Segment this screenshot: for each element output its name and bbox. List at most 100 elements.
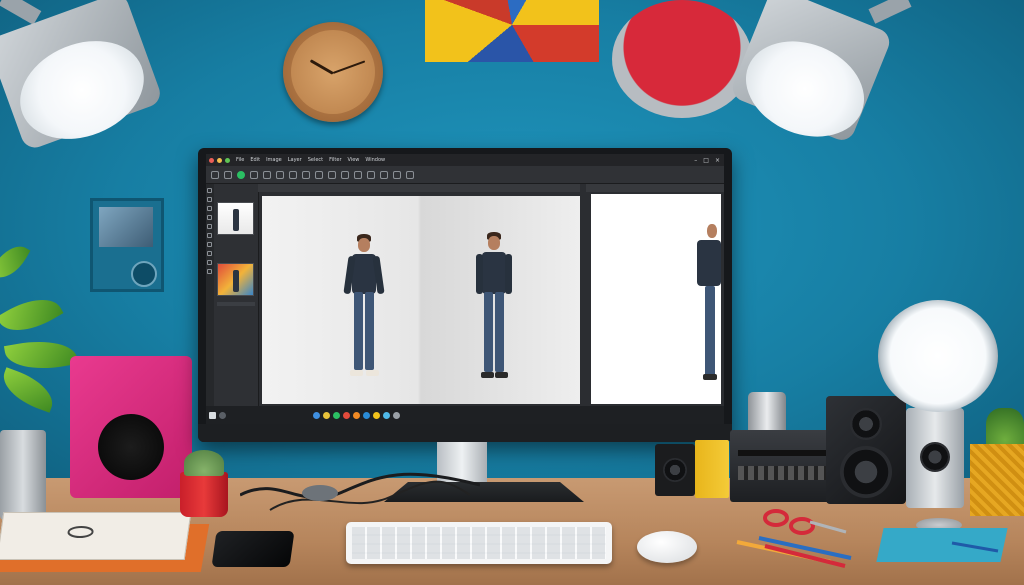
layer-row[interactable] bbox=[217, 302, 255, 306]
yellow-device bbox=[695, 440, 729, 498]
ring-light bbox=[878, 300, 998, 412]
person-leg bbox=[495, 292, 504, 372]
menu-filter[interactable]: Filter bbox=[329, 157, 341, 163]
tool-move-icon[interactable] bbox=[207, 188, 212, 193]
amplifier-slot bbox=[738, 450, 830, 456]
pencils bbox=[736, 536, 852, 568]
maximize-dot-icon[interactable] bbox=[225, 157, 230, 163]
move-tool-icon[interactable] bbox=[250, 170, 258, 179]
menu-window[interactable]: Window bbox=[365, 157, 385, 163]
shape-tool-icon[interactable] bbox=[341, 170, 349, 179]
notebook-logo-icon bbox=[67, 526, 94, 538]
person-leg bbox=[705, 286, 715, 376]
layer-thumbnail[interactable] bbox=[217, 263, 254, 296]
framed-photo bbox=[99, 207, 153, 247]
eraser-tool-icon[interactable] bbox=[315, 170, 323, 179]
stand-speaker bbox=[920, 442, 950, 472]
pink-speaker bbox=[70, 356, 192, 498]
minimize-dot-icon[interactable] bbox=[217, 157, 222, 163]
tool-select-icon[interactable] bbox=[207, 197, 212, 202]
preview-panel[interactable] bbox=[591, 194, 721, 404]
menu-view[interactable]: View bbox=[348, 157, 360, 163]
clock-hour-hand bbox=[309, 59, 334, 75]
person-figure-right bbox=[474, 232, 514, 387]
eyedropper-tool-icon[interactable] bbox=[380, 170, 388, 179]
menu-edit[interactable]: Edit bbox=[250, 157, 260, 163]
app-icon[interactable] bbox=[393, 411, 400, 419]
tool-crop-icon[interactable] bbox=[207, 224, 212, 229]
gradient-tool-icon[interactable] bbox=[406, 170, 414, 179]
wall-painting bbox=[425, 0, 599, 62]
folder-icon[interactable] bbox=[323, 411, 330, 419]
person-shoe bbox=[481, 372, 494, 378]
monitor-chin bbox=[198, 424, 732, 442]
person-head bbox=[707, 224, 717, 238]
person-leg bbox=[484, 292, 493, 372]
clock-face bbox=[291, 30, 375, 114]
person-head bbox=[488, 236, 500, 250]
preview-tab[interactable] bbox=[586, 184, 724, 192]
amplifier bbox=[730, 430, 838, 502]
layers-panel bbox=[214, 184, 259, 406]
tool-text-icon[interactable] bbox=[207, 260, 212, 265]
plant-pot bbox=[0, 430, 46, 520]
menu-select[interactable]: Select bbox=[308, 157, 323, 163]
wall-shelf bbox=[90, 198, 164, 292]
pen-tool-icon[interactable] bbox=[393, 170, 401, 179]
image-canvas[interactable] bbox=[262, 196, 580, 404]
search-icon[interactable] bbox=[219, 411, 226, 419]
window-minimize-icon[interactable]: – bbox=[694, 157, 697, 164]
brush-tool-icon[interactable] bbox=[302, 170, 310, 179]
keyboard[interactable] bbox=[346, 522, 612, 564]
tool-stamp-icon[interactable] bbox=[207, 242, 212, 247]
close-dot-icon[interactable] bbox=[209, 157, 214, 163]
mouse[interactable] bbox=[637, 531, 697, 563]
record-icon[interactable] bbox=[237, 170, 245, 179]
keyboard-keys[interactable] bbox=[352, 527, 606, 559]
store-icon[interactable] bbox=[333, 411, 340, 419]
back-icon[interactable] bbox=[211, 170, 219, 179]
pen bbox=[951, 541, 999, 553]
settings-icon[interactable] bbox=[363, 411, 370, 419]
red-plant-pot bbox=[180, 472, 228, 517]
window-close-icon[interactable]: × bbox=[715, 157, 720, 164]
menu-layer[interactable]: Layer bbox=[288, 157, 302, 163]
menu-file[interactable]: File bbox=[236, 157, 244, 163]
person-figure-left bbox=[343, 234, 385, 384]
app-icon[interactable] bbox=[373, 411, 380, 419]
text-tool-icon[interactable] bbox=[328, 170, 336, 179]
start-icon[interactable] bbox=[209, 411, 216, 419]
crop-tool-icon[interactable] bbox=[289, 170, 297, 179]
wall-clock bbox=[283, 22, 383, 122]
lasso-tool-icon[interactable] bbox=[276, 170, 284, 179]
desk-cables bbox=[240, 472, 480, 511]
ring-light-stand bbox=[906, 408, 964, 508]
tool-zoom-icon[interactable] bbox=[207, 269, 212, 274]
person-leg bbox=[354, 292, 363, 370]
marquee-tool-icon[interactable] bbox=[263, 170, 271, 179]
small-speaker bbox=[655, 444, 695, 496]
photo-icon[interactable] bbox=[353, 411, 360, 419]
speaker-cone bbox=[663, 458, 687, 482]
tool-eraser-icon[interactable] bbox=[207, 251, 212, 256]
succulent-plant bbox=[184, 450, 224, 476]
tool-lasso-icon[interactable] bbox=[207, 206, 212, 211]
black-speaker bbox=[826, 396, 906, 504]
menu-image[interactable]: Image bbox=[266, 157, 282, 163]
tool-brush-icon[interactable] bbox=[207, 233, 212, 238]
monitor-screen: File Edit Image Layer Select Filter View… bbox=[206, 154, 724, 424]
hand-tool-icon[interactable] bbox=[367, 170, 375, 179]
mail-icon[interactable] bbox=[343, 411, 350, 419]
forward-icon[interactable] bbox=[224, 170, 232, 179]
person-arm bbox=[505, 254, 512, 294]
zoom-tool-icon[interactable] bbox=[354, 170, 362, 179]
app-icon[interactable] bbox=[383, 411, 390, 419]
tool-wand-icon[interactable] bbox=[207, 215, 212, 220]
person-figure-cropped bbox=[695, 224, 724, 394]
layer-thumbnail[interactable] bbox=[217, 202, 254, 235]
person-shoe bbox=[495, 372, 508, 378]
window-maximize-icon[interactable]: □ bbox=[703, 157, 709, 164]
browser-icon[interactable] bbox=[313, 411, 320, 419]
person-shoe bbox=[350, 370, 363, 376]
canvas-tab[interactable] bbox=[258, 184, 580, 192]
